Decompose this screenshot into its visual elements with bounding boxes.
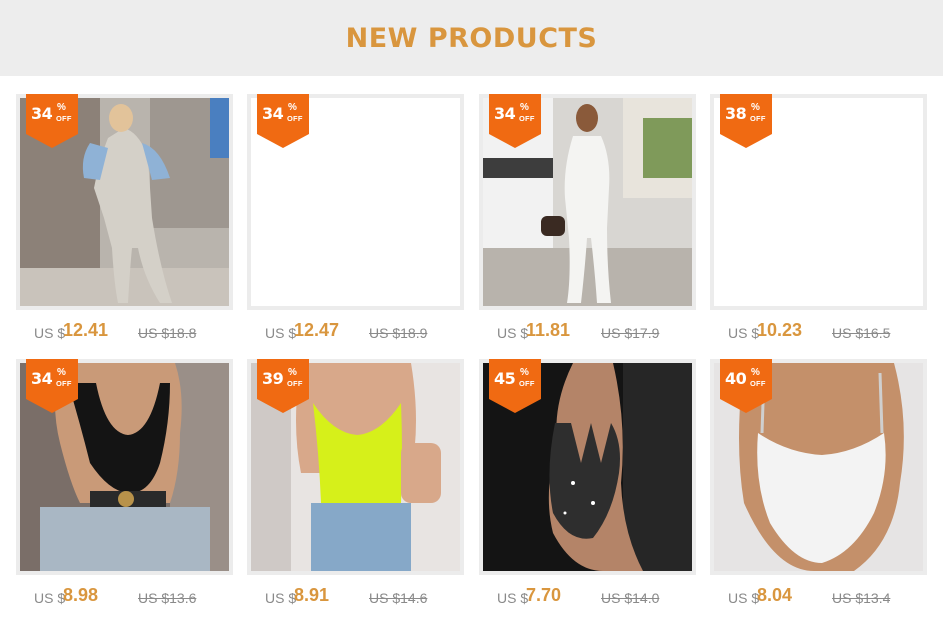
currency-label: US $ (34, 590, 66, 606)
original-price: US $13.4 (832, 590, 891, 606)
off-label: OFF (750, 379, 766, 388)
currency-label: US $ (497, 590, 529, 606)
discount-value: 34 (494, 104, 516, 123)
sale-price: 8.98 (63, 585, 99, 605)
section-title: NEW PRODUCTS (345, 22, 598, 54)
percent-sign: % (520, 367, 529, 378)
discount-value: 45 (494, 369, 516, 388)
off-label: OFF (519, 379, 535, 388)
price-row: US $ 12.47 US $18.9 (247, 314, 464, 350)
off-label: OFF (519, 114, 535, 123)
discount-badge: 38 % OFF (720, 94, 772, 148)
sale-price: 7.70 (526, 585, 562, 605)
sale-price: 12.47 (294, 320, 340, 340)
percent-sign: % (288, 102, 297, 113)
off-label: OFF (287, 379, 303, 388)
currency-label: US $ (728, 325, 760, 341)
original-price: US $18.8 (138, 325, 197, 341)
percent-sign: % (751, 367, 760, 378)
discount-value: 39 (262, 369, 284, 388)
percent-sign: % (57, 367, 66, 378)
currency-label: US $ (34, 325, 66, 341)
percent-sign: % (288, 367, 297, 378)
price-row: US $ 10.23 US $16.5 (710, 314, 927, 350)
sale-price: 8.04 (757, 585, 793, 605)
discount-badge: 39 % OFF (257, 359, 309, 413)
discount-badge: 34 % OFF (489, 94, 541, 148)
original-price: US $18.9 (369, 325, 428, 341)
discount-value: 40 (725, 369, 747, 388)
currency-label: US $ (265, 590, 297, 606)
price-row: US $ 12.41 US $18.8 (16, 314, 233, 350)
discount-badge: 34 % OFF (26, 94, 78, 148)
original-price: US $13.6 (138, 590, 197, 606)
off-label: OFF (56, 379, 72, 388)
price-row: US $ 8.98 US $13.6 (16, 579, 233, 615)
original-price: US $17.9 (601, 325, 660, 341)
original-price: US $14.6 (369, 590, 428, 606)
price-row: US $ 11.81 US $17.9 (479, 314, 696, 350)
currency-label: US $ (497, 325, 529, 341)
section-header: NEW PRODUCTS (0, 0, 943, 76)
discount-value: 34 (262, 104, 284, 123)
price-row: US $ 7.70 US $14.0 (479, 579, 696, 615)
discount-value: 34 (31, 369, 53, 388)
discount-badge: 34 % OFF (26, 359, 78, 413)
discount-badge: 40 % OFF (720, 359, 772, 413)
discount-value: 34 (31, 104, 53, 123)
off-label: OFF (56, 114, 72, 123)
price-row: US $ 8.04 US $13.4 (710, 579, 927, 615)
off-label: OFF (287, 114, 303, 123)
sale-price: 12.41 (63, 320, 109, 340)
currency-label: US $ (728, 590, 760, 606)
discount-value: 38 (725, 104, 747, 123)
sale-price: 11.81 (526, 320, 571, 340)
percent-sign: % (751, 102, 760, 113)
original-price: US $14.0 (601, 590, 660, 606)
sale-price: 10.23 (757, 320, 803, 340)
original-price: US $16.5 (832, 325, 891, 341)
off-label: OFF (750, 114, 766, 123)
discount-badge: 45 % OFF (489, 359, 541, 413)
percent-sign: % (520, 102, 529, 113)
sale-price: 8.91 (294, 585, 330, 605)
currency-label: US $ (265, 325, 297, 341)
percent-sign: % (57, 102, 66, 113)
discount-badge: 34 % OFF (257, 94, 309, 148)
price-row: US $ 8.91 US $14.6 (247, 579, 464, 615)
